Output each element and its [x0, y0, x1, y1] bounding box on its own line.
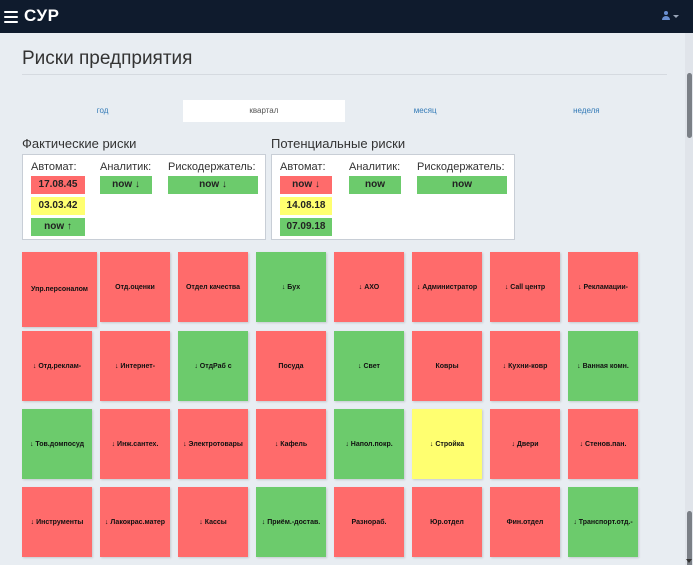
auto-risk-badge[interactable]: now ↓: [280, 176, 332, 194]
auto-risk-badge[interactable]: 03.03.42: [31, 197, 85, 215]
auto-label: Автомат:: [280, 161, 326, 173]
user-icon: [664, 11, 668, 15]
department-tile[interactable]: ↓ Кухни-ковр: [490, 331, 560, 401]
scrollbar-thumb[interactable]: [687, 73, 692, 138]
actual-risks-title: Фактические риски: [22, 136, 137, 151]
analyst-risk-badge[interactable]: now ↓: [100, 176, 152, 194]
department-tile[interactable]: ↓ Транспорт.отд.-: [568, 487, 638, 557]
owner-risk-badge[interactable]: now: [417, 176, 507, 194]
department-tile[interactable]: Разнораб.: [334, 487, 404, 557]
department-tile[interactable]: ↓ Стенов.пан.: [568, 409, 638, 479]
caret-down-icon: [673, 15, 679, 18]
department-tile[interactable]: ↓ Инж.сантех.: [100, 409, 170, 479]
department-tile[interactable]: ↓ АХО: [334, 252, 404, 322]
department-tile[interactable]: ↓ Call центр: [490, 252, 560, 322]
analyst-label: Аналитик:: [349, 161, 401, 173]
tab-quarter[interactable]: квартал: [183, 100, 345, 122]
department-tile[interactable]: ↓ Администратор: [412, 252, 482, 322]
department-tile[interactable]: Ковры: [412, 331, 482, 401]
department-tile[interactable]: ↓ Свет: [334, 331, 404, 401]
vertical-scrollbar[interactable]: [685, 33, 693, 565]
tab-month[interactable]: месяц: [345, 100, 506, 122]
department-tile[interactable]: ↓ Приём.-достав.: [256, 487, 326, 557]
department-tile[interactable]: ↓ ОтдРаб с: [178, 331, 248, 401]
department-tile[interactable]: ↓ Тов.домпосуд: [22, 409, 92, 479]
period-tabs: год квартал месяц неделя: [22, 100, 667, 122]
menu-icon[interactable]: [4, 11, 18, 23]
app-brand[interactable]: СУР: [24, 6, 59, 26]
owner-label: Рискодержатель:: [417, 161, 505, 173]
potential-risks-panel: Автомат: now ↓ 14.08.18 07.09.18 Аналити…: [271, 154, 515, 240]
department-tile[interactable]: ↓ Кассы: [178, 487, 248, 557]
auto-risk-badge[interactable]: now ↑: [31, 218, 85, 236]
department-tile[interactable]: ↓ Ванная комн.: [568, 331, 638, 401]
department-tile[interactable]: ↓ Напол.покр.: [334, 409, 404, 479]
tab-year[interactable]: год: [22, 100, 183, 122]
owner-risk-badge[interactable]: now ↓: [168, 176, 258, 194]
department-tile[interactable]: ↓ Двери: [490, 409, 560, 479]
scroll-down-icon[interactable]: [686, 559, 692, 563]
department-tile[interactable]: ↓ Рекламации-: [568, 252, 638, 322]
tab-week[interactable]: неделя: [506, 100, 667, 122]
title-divider: [22, 74, 667, 75]
department-tile[interactable]: ↓ Инструменты: [22, 487, 92, 557]
analyst-label: Аналитик:: [100, 161, 152, 173]
department-tile[interactable]: Посуда: [256, 331, 326, 401]
actual-risks-panel: Автомат: 17.08.45 03.03.42 now ↑ Аналити…: [22, 154, 266, 240]
department-tile[interactable]: ↓ Бух: [256, 252, 326, 322]
auto-risk-badge[interactable]: 17.08.45: [31, 176, 85, 194]
top-navbar: СУР: [0, 0, 693, 33]
user-menu-button[interactable]: [662, 11, 680, 23]
analyst-risk-badge[interactable]: now: [349, 176, 401, 194]
department-tile[interactable]: ↓ Стройка: [412, 409, 482, 479]
auto-risk-badge[interactable]: 07.09.18: [280, 218, 332, 236]
scrollbar-thumb-lower[interactable]: [687, 511, 692, 565]
department-tile[interactable]: ↓ Кафель: [256, 409, 326, 479]
auto-risk-badge[interactable]: 14.08.18: [280, 197, 332, 215]
department-tile[interactable]: Юр.отдел: [412, 487, 482, 557]
department-tile[interactable]: Отдел качества: [178, 252, 248, 322]
department-tile[interactable]: ↓ Лакокрас.матер: [100, 487, 170, 557]
potential-risks-title: Потенциальные риски: [271, 136, 406, 151]
department-tile[interactable]: ↓ Электротовары: [178, 409, 248, 479]
department-tile[interactable]: Отд.оценки: [100, 252, 170, 322]
owner-label: Рискодержатель:: [168, 161, 256, 173]
department-tile[interactable]: ↓ Интернет-: [100, 331, 170, 401]
page-title: Риски предприятия: [22, 48, 193, 69]
department-tile[interactable]: ↓ Отд.реклам-: [22, 331, 92, 401]
department-tile[interactable]: Упр.персоналом: [22, 252, 97, 327]
department-tile[interactable]: Фин.отдел: [490, 487, 560, 557]
auto-label: Автомат:: [31, 161, 77, 173]
